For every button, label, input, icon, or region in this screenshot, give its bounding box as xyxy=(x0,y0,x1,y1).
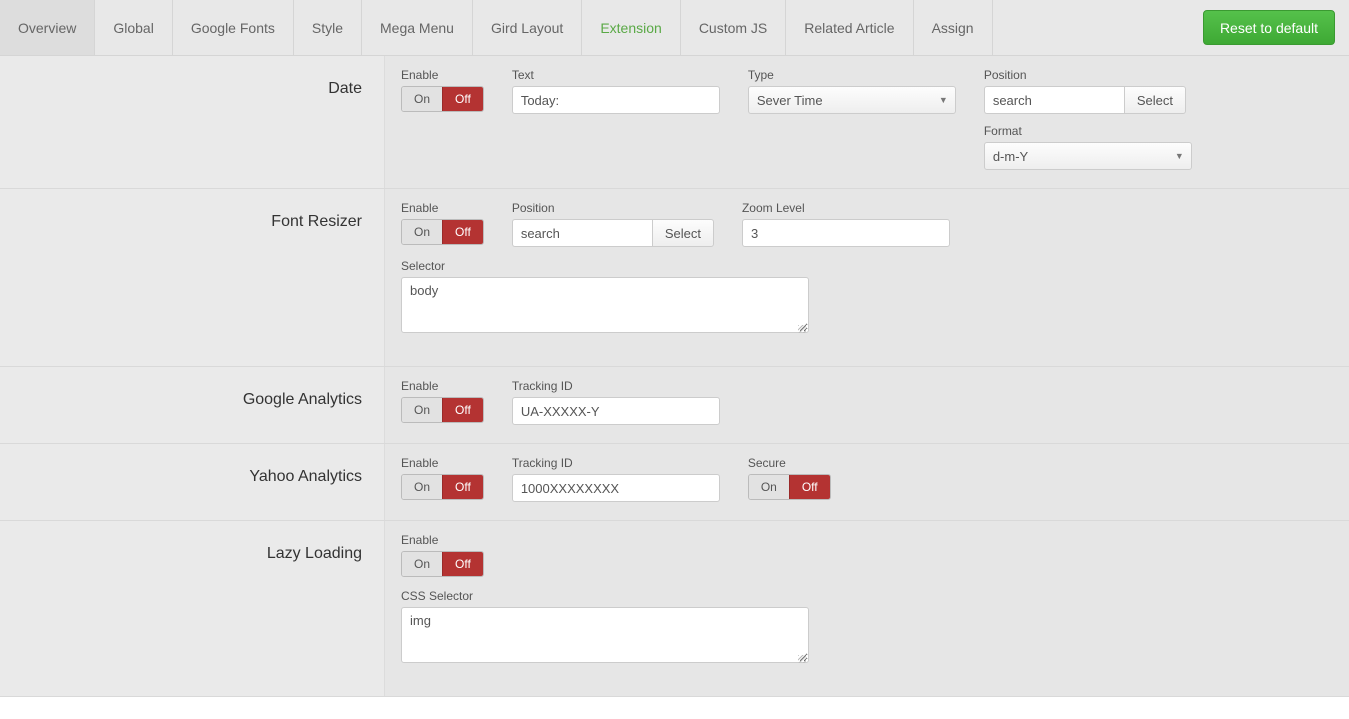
ll-enable-toggle[interactable]: On Off xyxy=(401,551,484,577)
toggle-on[interactable]: On xyxy=(402,87,442,111)
reset-to-default-button[interactable]: Reset to default xyxy=(1203,10,1335,45)
fr-position-input[interactable] xyxy=(512,219,652,247)
toggle-off[interactable]: Off xyxy=(442,87,483,111)
top-bar: Overview Global Google Fonts Style Mega … xyxy=(0,0,1349,56)
ll-css-selector-label: CSS Selector xyxy=(401,589,1333,603)
toggle-off[interactable]: Off xyxy=(442,220,483,244)
tab-assign[interactable]: Assign xyxy=(914,0,993,55)
ya-secure-toggle[interactable]: On Off xyxy=(748,474,831,500)
ga-enable-label: Enable xyxy=(401,379,484,393)
date-position-input[interactable] xyxy=(984,86,1124,114)
section-yahoo-analytics: Yahoo Analytics Enable On Off Tracking I… xyxy=(0,444,1349,521)
section-lazy-loading: Lazy Loading Enable On Off CSS Selector xyxy=(0,521,1349,697)
ya-tracking-input[interactable] xyxy=(512,474,720,502)
tab-google-fonts[interactable]: Google Fonts xyxy=(173,0,294,55)
date-position-label: Position xyxy=(984,68,1192,82)
toggle-off[interactable]: Off xyxy=(442,398,483,422)
section-title-font-resizer: Font Resizer xyxy=(0,189,384,366)
tab-gird-layout[interactable]: Gird Layout xyxy=(473,0,582,55)
tab-style[interactable]: Style xyxy=(294,0,362,55)
section-title-google-analytics: Google Analytics xyxy=(0,367,384,443)
date-position-select-button[interactable]: Select xyxy=(1124,86,1186,114)
date-enable-label: Enable xyxy=(401,68,484,82)
date-enable-toggle[interactable]: On Off xyxy=(401,86,484,112)
ga-enable-toggle[interactable]: On Off xyxy=(401,397,484,423)
fr-selector-textarea[interactable] xyxy=(401,277,809,333)
date-format-label: Format xyxy=(984,124,1192,138)
tab-related-article[interactable]: Related Article xyxy=(786,0,913,55)
ga-tracking-input[interactable] xyxy=(512,397,720,425)
fr-position-select-button[interactable]: Select xyxy=(652,219,714,247)
content: Date Enable On Off Text Type xyxy=(0,56,1349,697)
toggle-on[interactable]: On xyxy=(402,475,442,499)
fr-zoom-label: Zoom Level xyxy=(742,201,950,215)
fr-zoom-input[interactable] xyxy=(742,219,950,247)
fr-enable-toggle[interactable]: On Off xyxy=(401,219,484,245)
toggle-on[interactable]: On xyxy=(749,475,789,499)
date-text-input[interactable] xyxy=(512,86,720,114)
tab-extension[interactable]: Extension xyxy=(582,0,680,55)
ll-css-selector-textarea[interactable] xyxy=(401,607,809,663)
section-title-yahoo-analytics: Yahoo Analytics xyxy=(0,444,384,520)
section-title-date: Date xyxy=(0,56,384,188)
section-google-analytics: Google Analytics Enable On Off Tracking … xyxy=(0,367,1349,444)
ga-tracking-label: Tracking ID xyxy=(512,379,720,393)
toggle-off[interactable]: Off xyxy=(442,475,483,499)
section-title-lazy-loading: Lazy Loading xyxy=(0,521,384,696)
section-date: Date Enable On Off Text Type xyxy=(0,56,1349,189)
fr-position-label: Position xyxy=(512,201,714,215)
date-format-select[interactable]: d-m-Y xyxy=(984,142,1192,170)
toggle-off[interactable]: Off xyxy=(789,475,830,499)
tab-overview[interactable]: Overview xyxy=(0,0,95,55)
tab-global[interactable]: Global xyxy=(95,0,172,55)
date-text-label: Text xyxy=(512,68,720,82)
date-type-label: Type xyxy=(748,68,956,82)
ya-secure-label: Secure xyxy=(748,456,831,470)
section-font-resizer: Font Resizer Enable On Off Position Sele… xyxy=(0,189,1349,367)
ya-tracking-label: Tracking ID xyxy=(512,456,720,470)
ya-enable-toggle[interactable]: On Off xyxy=(401,474,484,500)
toggle-on[interactable]: On xyxy=(402,220,442,244)
ya-enable-label: Enable xyxy=(401,456,484,470)
tabs: Overview Global Google Fonts Style Mega … xyxy=(0,0,993,55)
toggle-off[interactable]: Off xyxy=(442,552,483,576)
tab-mega-menu[interactable]: Mega Menu xyxy=(362,0,473,55)
fr-selector-label: Selector xyxy=(401,259,1333,273)
toggle-on[interactable]: On xyxy=(402,552,442,576)
tab-custom-js[interactable]: Custom JS xyxy=(681,0,786,55)
date-type-select[interactable]: Sever Time xyxy=(748,86,956,114)
fr-enable-label: Enable xyxy=(401,201,484,215)
toggle-on[interactable]: On xyxy=(402,398,442,422)
ll-enable-label: Enable xyxy=(401,533,484,547)
